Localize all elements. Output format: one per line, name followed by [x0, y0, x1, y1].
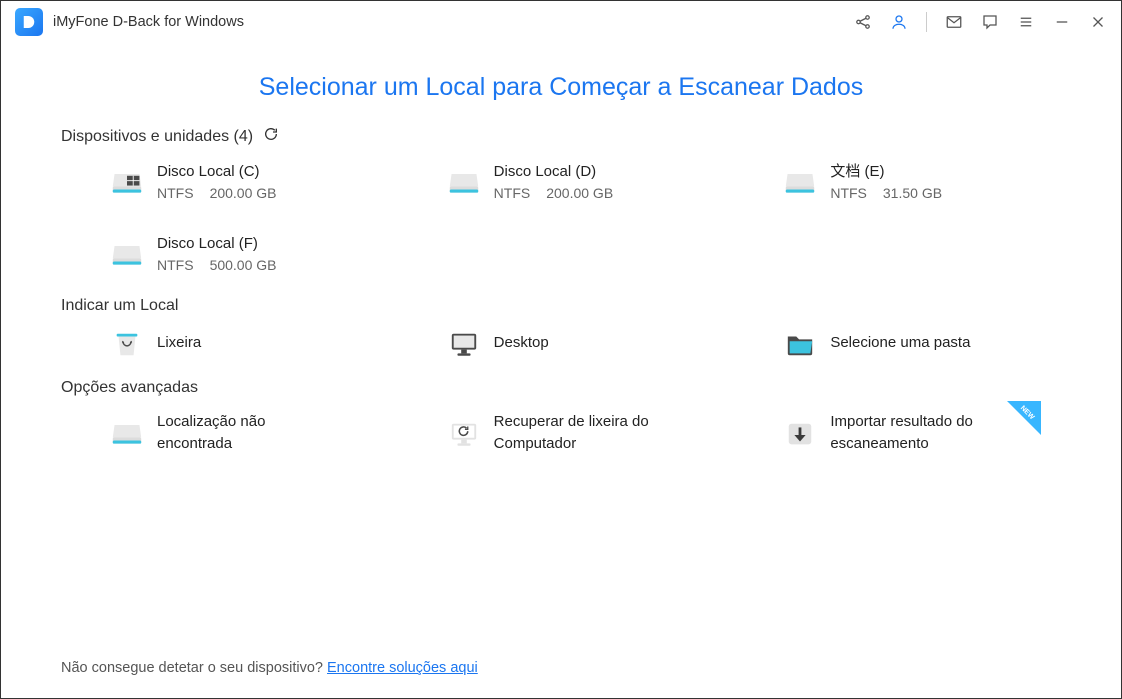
advanced-title: Importar resultado do escaneamento [830, 411, 1020, 455]
drive-title: 文档 (E) [830, 161, 942, 183]
drive-title: Disco Local (C) [157, 161, 277, 183]
drive-icon [784, 168, 816, 196]
footer-help: Não consegue detetar o seu dispositivo? … [61, 660, 478, 676]
drive-sub: NTFS200.00 GB [157, 183, 277, 203]
titlebar: iMyFone D-Back for Windows [1, 1, 1121, 43]
feedback-icon[interactable] [981, 13, 999, 31]
share-icon[interactable] [854, 13, 872, 31]
close-icon[interactable] [1089, 13, 1107, 31]
refresh-icon[interactable] [263, 126, 279, 147]
drive-system-icon [111, 168, 143, 196]
drive-d[interactable]: Disco Local (D) NTFS200.00 GB [398, 161, 725, 203]
location-label: Indicar um Local [61, 297, 178, 315]
drive-f[interactable]: Disco Local (F) NTFS500.00 GB [61, 233, 388, 275]
drive-sub: NTFS31.50 GB [830, 183, 942, 203]
advanced-import-result[interactable]: Importar resultado do escaneamento NEW [734, 411, 1061, 455]
recycle-bin-icon [111, 329, 143, 357]
devices-label: Dispositivos e unidades (4) [61, 128, 253, 146]
minimize-icon[interactable] [1053, 13, 1071, 31]
folder-icon [784, 329, 816, 357]
advanced-label: Opções avançadas [61, 379, 198, 397]
drive-e[interactable]: 文档 (E) NTFS31.50 GB [734, 161, 1061, 203]
advanced-recover-recycle[interactable]: Recuperar de lixeira do Computador [398, 411, 725, 455]
drive-c[interactable]: Disco Local (C) NTFS200.00 GB [61, 161, 388, 203]
section-location-header: Indicar um Local [61, 297, 1061, 315]
svg-text:NEW: NEW [1019, 405, 1036, 422]
footer-link[interactable]: Encontre soluções aqui [327, 660, 478, 676]
drive-sub: NTFS500.00 GB [157, 255, 277, 275]
locations-grid: Lixeira Desktop [61, 329, 1061, 357]
drives-grid: Disco Local (C) NTFS200.00 GB Disco Loca… [61, 161, 1061, 275]
page-title: Selecionar um Local para Começar a Escan… [1, 73, 1121, 102]
location-recycle-bin[interactable]: Lixeira [61, 329, 388, 357]
user-icon[interactable] [890, 13, 908, 31]
location-title: Desktop [494, 332, 549, 354]
footer-text: Não consegue detetar o seu dispositivo? [61, 660, 327, 676]
menu-icon[interactable] [1017, 13, 1035, 31]
section-devices-header: Dispositivos e unidades (4) [61, 126, 1061, 147]
drive-sub: NTFS200.00 GB [494, 183, 614, 203]
app-logo-icon [15, 8, 43, 36]
desktop-icon [448, 329, 480, 357]
drive-icon [111, 240, 143, 268]
window-controls [854, 12, 1107, 32]
location-desktop[interactable]: Desktop [398, 329, 725, 357]
drive-title: Disco Local (F) [157, 233, 277, 255]
section-advanced-header: Opções avançadas [61, 379, 1061, 397]
divider [926, 12, 927, 32]
location-title: Lixeira [157, 332, 201, 354]
import-icon [784, 419, 816, 447]
advanced-title: Localização não encontrada [157, 411, 327, 455]
app-title: iMyFone D-Back for Windows [53, 14, 244, 30]
advanced-grid: Localização não encontrada Recuperar de … [61, 411, 1061, 455]
location-select-folder[interactable]: Selecione uma pasta [734, 329, 1061, 357]
drive-title: Disco Local (D) [494, 161, 614, 183]
drive-icon [111, 419, 143, 447]
location-title: Selecione uma pasta [830, 332, 970, 354]
mail-icon[interactable] [945, 13, 963, 31]
advanced-title: Recuperar de lixeira do Computador [494, 411, 684, 455]
computer-recover-icon [448, 419, 480, 447]
drive-icon [448, 168, 480, 196]
advanced-lost-location[interactable]: Localização não encontrada [61, 411, 388, 455]
